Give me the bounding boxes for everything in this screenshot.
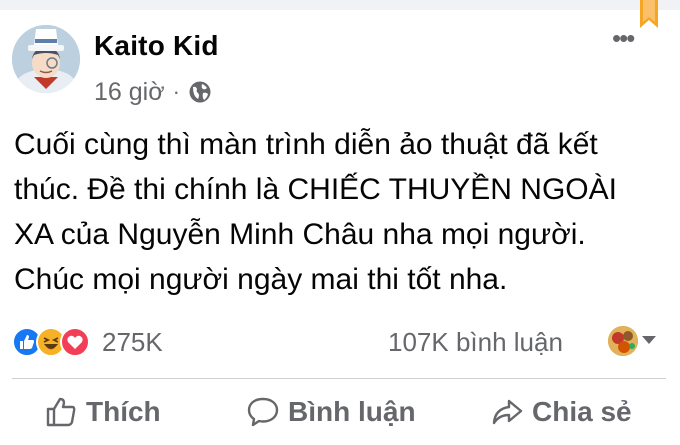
more-options-icon[interactable]: •••: [612, 25, 635, 51]
bookmark-icon[interactable]: [638, 0, 660, 30]
thumbs-up-icon: [46, 397, 76, 427]
share-button[interactable]: Chia sẻ: [490, 390, 632, 434]
post-text: Cuối cùng thì màn trình diễn ảo thuật đã…: [14, 122, 674, 302]
chevron-down-icon[interactable]: [642, 336, 656, 344]
viewer-avatar[interactable]: [608, 326, 638, 356]
reaction-icons: [12, 326, 98, 358]
comment-label: Bình luận: [288, 396, 416, 427]
comment-bubble-icon: [247, 397, 279, 427]
post-text-line: XA của Nguyễn Minh Châu nha mọi người.: [14, 218, 586, 251]
divider: [12, 378, 666, 379]
comment-count[interactable]: 107K bình luận: [388, 326, 563, 358]
love-reaction-icon: [60, 327, 90, 357]
post-time[interactable]: 16 giờ: [94, 78, 165, 107]
share-arrow-icon: [492, 399, 523, 425]
like-button[interactable]: Thích: [44, 390, 161, 434]
post-text-line: Cuối cùng thì màn trình diễn ảo thuật đã…: [14, 128, 598, 161]
author-name[interactable]: Kaito Kid: [94, 30, 219, 62]
reaction-summary[interactable]: 275K: [12, 326, 163, 358]
comment-button[interactable]: Bình luận: [246, 390, 416, 434]
like-label: Thích: [86, 396, 161, 427]
author-avatar[interactable]: [12, 25, 80, 93]
meta-separator: ·: [172, 79, 180, 104]
share-label: Chia sẻ: [532, 396, 632, 427]
globe-icon[interactable]: [188, 80, 212, 104]
post-meta: 16 giờ ·: [94, 77, 212, 107]
post-text-line: thúc. Đề thi chính là CHIẾC THUYỀN NGOÀI: [14, 173, 617, 206]
post-text-line: Chúc mọi người ngày mai thi tốt nha.: [14, 263, 508, 296]
top-strip: [0, 0, 680, 10]
reaction-count[interactable]: 275K: [102, 327, 163, 358]
